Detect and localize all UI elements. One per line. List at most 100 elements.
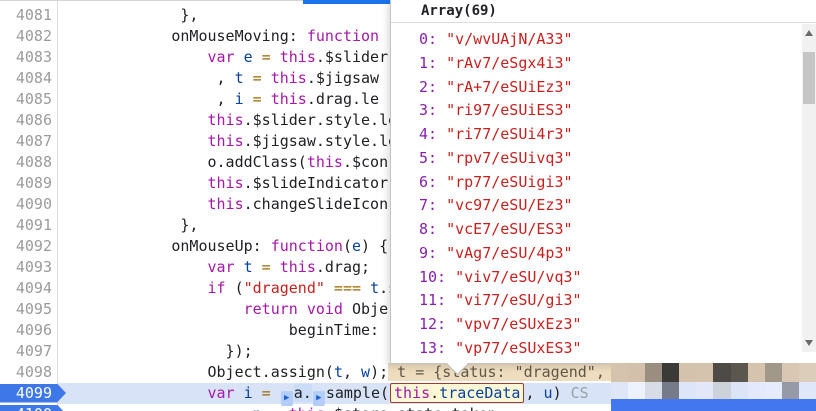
scrollbar-thumb[interactable] bbox=[803, 52, 815, 104]
code-line[interactable]: if ("dragend" === t.s bbox=[0, 278, 397, 299]
code-line[interactable]: this.changeSlideIcon bbox=[0, 194, 388, 215]
array-value: "rp77/eSUigi3" bbox=[446, 173, 572, 191]
array-value: "ri97/eSUiES3" bbox=[446, 101, 572, 119]
mosaic-block bbox=[662, 382, 679, 399]
mosaic-block bbox=[611, 363, 628, 382]
mosaic-block bbox=[731, 363, 748, 382]
array-item: 13: "vp77/eSUxES3" bbox=[419, 336, 582, 360]
code-token: this bbox=[307, 153, 343, 171]
mosaic-block bbox=[679, 382, 696, 399]
code-token: = bbox=[262, 405, 289, 411]
code-token bbox=[235, 48, 244, 66]
code-token: ( bbox=[226, 279, 244, 297]
code-line[interactable]: this.$slider.style.le bbox=[0, 110, 397, 131]
code-token: , bbox=[63, 405, 253, 411]
code-token: , bbox=[343, 363, 361, 381]
array-index: 3: bbox=[419, 101, 446, 119]
code-line[interactable]: beginTime: bbox=[0, 320, 388, 341]
array-index: 0: bbox=[419, 30, 446, 48]
mosaic-block bbox=[748, 363, 765, 382]
code-line[interactable]: this.$jigsaw.style.le bbox=[0, 131, 397, 152]
code-token: , bbox=[63, 90, 235, 108]
code-token: traceData bbox=[439, 384, 520, 402]
line-number[interactable]: 4096 bbox=[2, 320, 52, 341]
code-line[interactable]: Object.assign(t, w); t = {status: "drage… bbox=[0, 362, 632, 383]
array-index: 5: bbox=[419, 149, 446, 167]
array-index: 7: bbox=[419, 196, 446, 214]
line-number[interactable]: 4086 bbox=[2, 110, 52, 131]
mosaic-block bbox=[696, 363, 713, 382]
popup-scrollbar[interactable] bbox=[802, 24, 816, 352]
code-token: t bbox=[244, 258, 253, 276]
code-token: t bbox=[370, 279, 379, 297]
line-number[interactable]: 4090 bbox=[2, 194, 52, 215]
mosaic-block bbox=[611, 382, 628, 399]
scroll-up-icon[interactable] bbox=[805, 30, 813, 36]
mosaic-block bbox=[713, 363, 730, 382]
code-token: this bbox=[280, 48, 316, 66]
mosaic-block bbox=[645, 382, 662, 399]
array-value: "ri77/eSUi4r3" bbox=[446, 125, 572, 143]
code-token: .drag.le bbox=[307, 90, 379, 108]
line-number[interactable]: 4093 bbox=[2, 257, 52, 278]
code-token: function bbox=[271, 237, 343, 255]
code-token: ) { bbox=[361, 237, 388, 255]
array-item: 8: "vcE7/eSU/ES3" bbox=[419, 217, 573, 241]
array-item: 6: "rp77/eSUigi3" bbox=[419, 170, 573, 194]
breakpoint-line-number[interactable]: 4099 bbox=[0, 384, 66, 403]
code-line[interactable]: onMouseUp: function(e) { bbox=[0, 236, 388, 257]
active-tab-indicator bbox=[303, 0, 390, 4]
hovered-expression[interactable]: this.traceData bbox=[390, 383, 524, 403]
code-line[interactable]: this.$slideIndicator bbox=[0, 173, 388, 194]
code-token: .changeSlideIcon bbox=[244, 195, 389, 213]
code-token bbox=[63, 384, 208, 402]
line-number[interactable]: 4092 bbox=[2, 236, 52, 257]
line-number[interactable]: 4084 bbox=[2, 68, 52, 89]
code-token: .$slideIndicator bbox=[244, 174, 389, 192]
line-number[interactable]: 4098 bbox=[2, 362, 52, 383]
line-number[interactable]: 4094 bbox=[2, 278, 52, 299]
code-token bbox=[235, 258, 244, 276]
code-token: t = {status: "dragend", st bbox=[388, 363, 632, 381]
code-token: this bbox=[271, 69, 307, 87]
line-number[interactable]: 4089 bbox=[2, 173, 52, 194]
line-number[interactable]: 4082 bbox=[2, 26, 52, 47]
code-token: function bbox=[307, 27, 379, 45]
code-token: ( bbox=[343, 237, 352, 255]
line-number[interactable]: 4088 bbox=[2, 152, 52, 173]
mosaic-block bbox=[731, 382, 748, 399]
code-line[interactable]: var e = this.$slider bbox=[0, 47, 388, 68]
array-value: "vp77/eSUxES3" bbox=[455, 339, 581, 357]
code-token: u bbox=[544, 384, 553, 402]
code-token: this bbox=[208, 111, 244, 129]
line-number[interactable]: 4085 bbox=[2, 89, 52, 110]
array-index: 2: bbox=[419, 78, 446, 96]
code-token: e bbox=[352, 237, 361, 255]
code-line[interactable]: o.addClass(this.$con bbox=[0, 152, 388, 173]
line-number[interactable]: 4095 bbox=[2, 299, 52, 320]
code-token bbox=[63, 132, 208, 150]
code-token: var bbox=[208, 48, 235, 66]
code-line[interactable]: , n = this.$store.state.token bbox=[0, 404, 497, 411]
line-gutter[interactable]: 4081408240834084408540864087408840894090… bbox=[0, 0, 58, 411]
array-item: 5: "rpv7/eSUivq3" bbox=[419, 146, 573, 170]
line-number[interactable]: 4091 bbox=[2, 215, 52, 236]
mosaic-block bbox=[799, 363, 816, 382]
array-value: "vAg7/eSU/4p3" bbox=[446, 244, 572, 262]
mosaic-block bbox=[662, 363, 679, 382]
scroll-down-icon[interactable] bbox=[805, 340, 813, 346]
code-line[interactable]: return void Obje bbox=[0, 299, 388, 320]
breakpoint-line-number[interactable]: 4100 bbox=[0, 405, 66, 411]
code-token: ) bbox=[553, 384, 571, 402]
code-token: = bbox=[244, 69, 271, 87]
line-number[interactable]: 4081 bbox=[2, 5, 52, 26]
code-token: .$jigsaw bbox=[307, 69, 379, 87]
code-token: = bbox=[244, 90, 271, 108]
code-token bbox=[298, 300, 307, 318]
array-index: 11: bbox=[419, 291, 455, 309]
line-number[interactable]: 4087 bbox=[2, 131, 52, 152]
code-token: Object.assign( bbox=[63, 363, 334, 381]
code-line[interactable]: var i = ▶a.▶sample(this.traceData, u) CS bbox=[0, 383, 589, 404]
line-number[interactable]: 4097 bbox=[2, 341, 52, 362]
line-number[interactable]: 4083 bbox=[2, 47, 52, 68]
